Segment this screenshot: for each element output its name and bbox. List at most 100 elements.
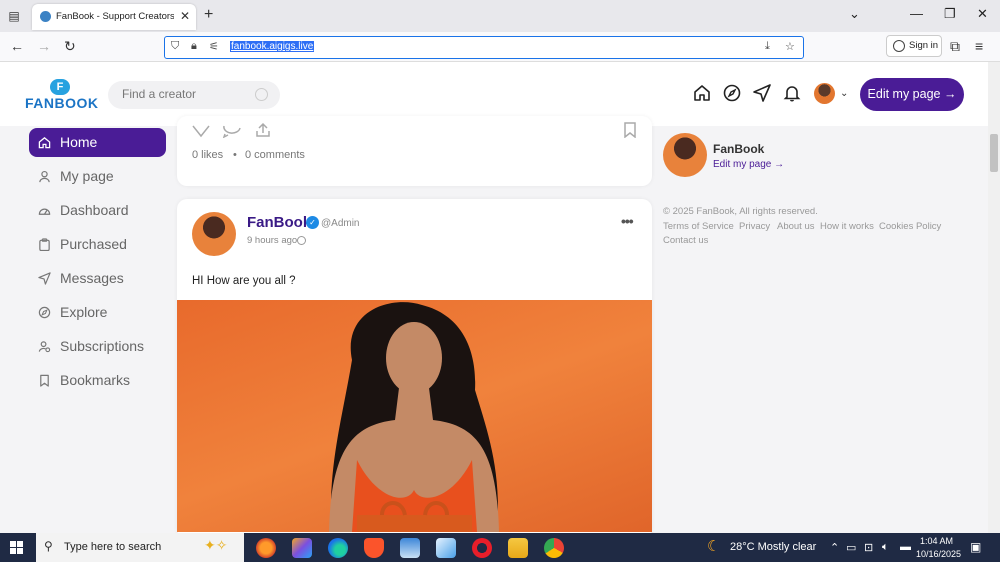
page-scrollbar[interactable] (988, 62, 1000, 533)
footer-link-contact[interactable]: Contact us (663, 235, 708, 246)
scrollbar-thumb[interactable] (990, 134, 998, 172)
home-icon[interactable] (692, 83, 712, 103)
windows-taskbar: ⚲ Type here to search ✦✧ ☾ 28°C Mostly c… (0, 533, 1000, 562)
network-icon[interactable]: ▭ (846, 541, 856, 554)
windows-start-icon[interactable] (10, 541, 23, 554)
bookmark-icon (40, 374, 49, 387)
footer-link-terms[interactable]: Terms of Service (663, 221, 734, 232)
menu-icon[interactable]: ≡ (975, 38, 983, 54)
tab-overflow-icon[interactable]: ⌄ (849, 6, 860, 22)
favicon-icon (40, 11, 51, 22)
heart-icon[interactable] (191, 124, 211, 138)
footer-link-privacy[interactable]: Privacy (739, 221, 770, 232)
weather-icon[interactable]: ☾ (707, 537, 720, 555)
profile-name[interactable]: FanBook (713, 142, 764, 156)
lock-icon[interactable]: 🔒︎ (191, 40, 197, 53)
copyright-text: © 2025 FanBook, All rights reserved. (663, 206, 818, 217)
send-icon (38, 272, 51, 285)
edge-icon[interactable] (328, 538, 348, 558)
clipboard-icon (39, 238, 50, 251)
search-icon: ⚲ (44, 539, 53, 553)
footer-link-about[interactable]: About us (777, 221, 815, 232)
post-author-avatar[interactable] (192, 212, 236, 256)
chevron-up-icon[interactable]: ⌃ (830, 541, 839, 554)
chevron-down-icon[interactable]: ⌄ (840, 88, 848, 99)
sidebar-item-purchased[interactable]: Purchased (29, 230, 166, 259)
keyboard-icon[interactable]: ▬ (900, 541, 911, 553)
star-icon[interactable]: ☆ (785, 40, 795, 53)
weather-text[interactable]: 28°C Mostly clear (730, 541, 816, 553)
sidebar-item-my-page[interactable]: My page (29, 162, 166, 191)
sign-in-label: Sign in (909, 40, 939, 51)
tab-title: FanBook - Support Creators Co (56, 11, 174, 22)
clock-date[interactable]: 10/16/2025 (916, 549, 961, 559)
chrome-icon[interactable] (544, 538, 564, 558)
brave-icon[interactable] (364, 538, 384, 558)
logo-badge[interactable]: F (50, 79, 70, 95)
comment-icon[interactable] (222, 124, 242, 138)
sidebar-item-explore[interactable]: Explore (29, 298, 166, 327)
sidebar-item-messages[interactable]: Messages (29, 264, 166, 293)
browser-tab[interactable]: FanBook - Support Creators Co ✕ (32, 4, 196, 30)
logo-text[interactable]: FANBOOK (25, 95, 99, 111)
file-explorer-icon[interactable] (508, 538, 528, 558)
forward-icon[interactable]: → (37, 38, 51, 54)
post-timestamp[interactable]: 9 hours ago (247, 235, 297, 246)
compass-icon (38, 306, 51, 319)
bell-icon[interactable] (782, 83, 802, 103)
extensions-icon[interactable]: ⧉ (950, 38, 960, 55)
battery-icon[interactable]: ⊡ (864, 541, 873, 554)
post-author-name[interactable]: FanBook (247, 214, 311, 231)
permissions-icon[interactable]: ⚟ (209, 40, 219, 53)
sidebar-item-bookmarks[interactable]: Bookmarks (29, 366, 166, 395)
more-options-icon[interactable]: ••• (621, 213, 634, 229)
comments-count[interactable]: 0 comments (245, 149, 305, 161)
likes-count[interactable]: 0 likes (192, 149, 223, 161)
search-icon[interactable] (255, 88, 268, 101)
new-tab-icon[interactable]: + (204, 6, 213, 24)
opera-icon[interactable] (472, 538, 492, 558)
avatar[interactable] (814, 83, 835, 104)
url-text[interactable]: fanbook.aigigs.live (230, 41, 315, 52)
post-author-handle[interactable]: @Admin (321, 218, 360, 229)
close-tab-icon[interactable]: ✕ (180, 9, 190, 23)
sign-in-button[interactable]: Sign in (886, 35, 942, 57)
address-bar[interactable]: ⛉ 🔒︎ ⚟ fanbook.aigigs.live ⤓ ☆ (164, 36, 804, 59)
notification-icon[interactable]: ▣ (970, 540, 981, 554)
app-icon[interactable] (436, 538, 456, 558)
taskbar-search-text: Type here to search (64, 541, 162, 553)
messages-icon[interactable] (752, 83, 772, 103)
dashboard-icon (38, 208, 51, 215)
post-image[interactable] (177, 300, 652, 532)
download-page-icon[interactable]: ⤓ (765, 40, 770, 53)
sidebar-item-dashboard[interactable]: Dashboard (29, 196, 166, 225)
taskbar-search[interactable]: ⚲ Type here to search ✦✧ (36, 533, 244, 562)
footer-link-how-it-works[interactable]: How it works (820, 221, 874, 232)
shield-icon[interactable]: ⛉ (171, 40, 179, 53)
sidebar-item-label: My page (60, 168, 114, 184)
tab-list-icon[interactable]: ▤ (6, 8, 22, 24)
edit-my-page-link[interactable]: Edit my page → (713, 159, 784, 170)
bookmark-icon[interactable] (622, 122, 638, 138)
minimize-icon[interactable]: — (910, 6, 923, 21)
verified-icon: ✓ (306, 216, 319, 229)
sidebar-item-home[interactable]: Home (29, 128, 166, 157)
close-window-icon[interactable]: ✕ (977, 6, 988, 22)
explore-icon[interactable] (722, 83, 742, 103)
share-icon[interactable] (255, 122, 271, 138)
clock-time[interactable]: 1:04 AM (920, 536, 953, 546)
subscriptions-icon (38, 341, 51, 353)
edit-my-page-button[interactable]: Edit my page → (860, 78, 964, 111)
copilot-icon[interactable] (292, 538, 312, 558)
search-input[interactable] (122, 87, 252, 101)
app-icon[interactable] (400, 538, 420, 558)
back-icon[interactable]: ← (10, 38, 24, 54)
restore-icon[interactable]: ❐ (944, 6, 956, 22)
firefox-icon[interactable] (256, 538, 276, 558)
volume-icon[interactable]: 🔈︎ (882, 541, 889, 554)
reload-icon[interactable]: ↻ (64, 38, 76, 55)
footer-link-cookies[interactable]: Cookies Policy (879, 221, 941, 232)
profile-avatar[interactable] (663, 133, 707, 177)
sidebar-item-subscriptions[interactable]: Subscriptions (29, 332, 166, 361)
globe-icon (297, 236, 306, 245)
